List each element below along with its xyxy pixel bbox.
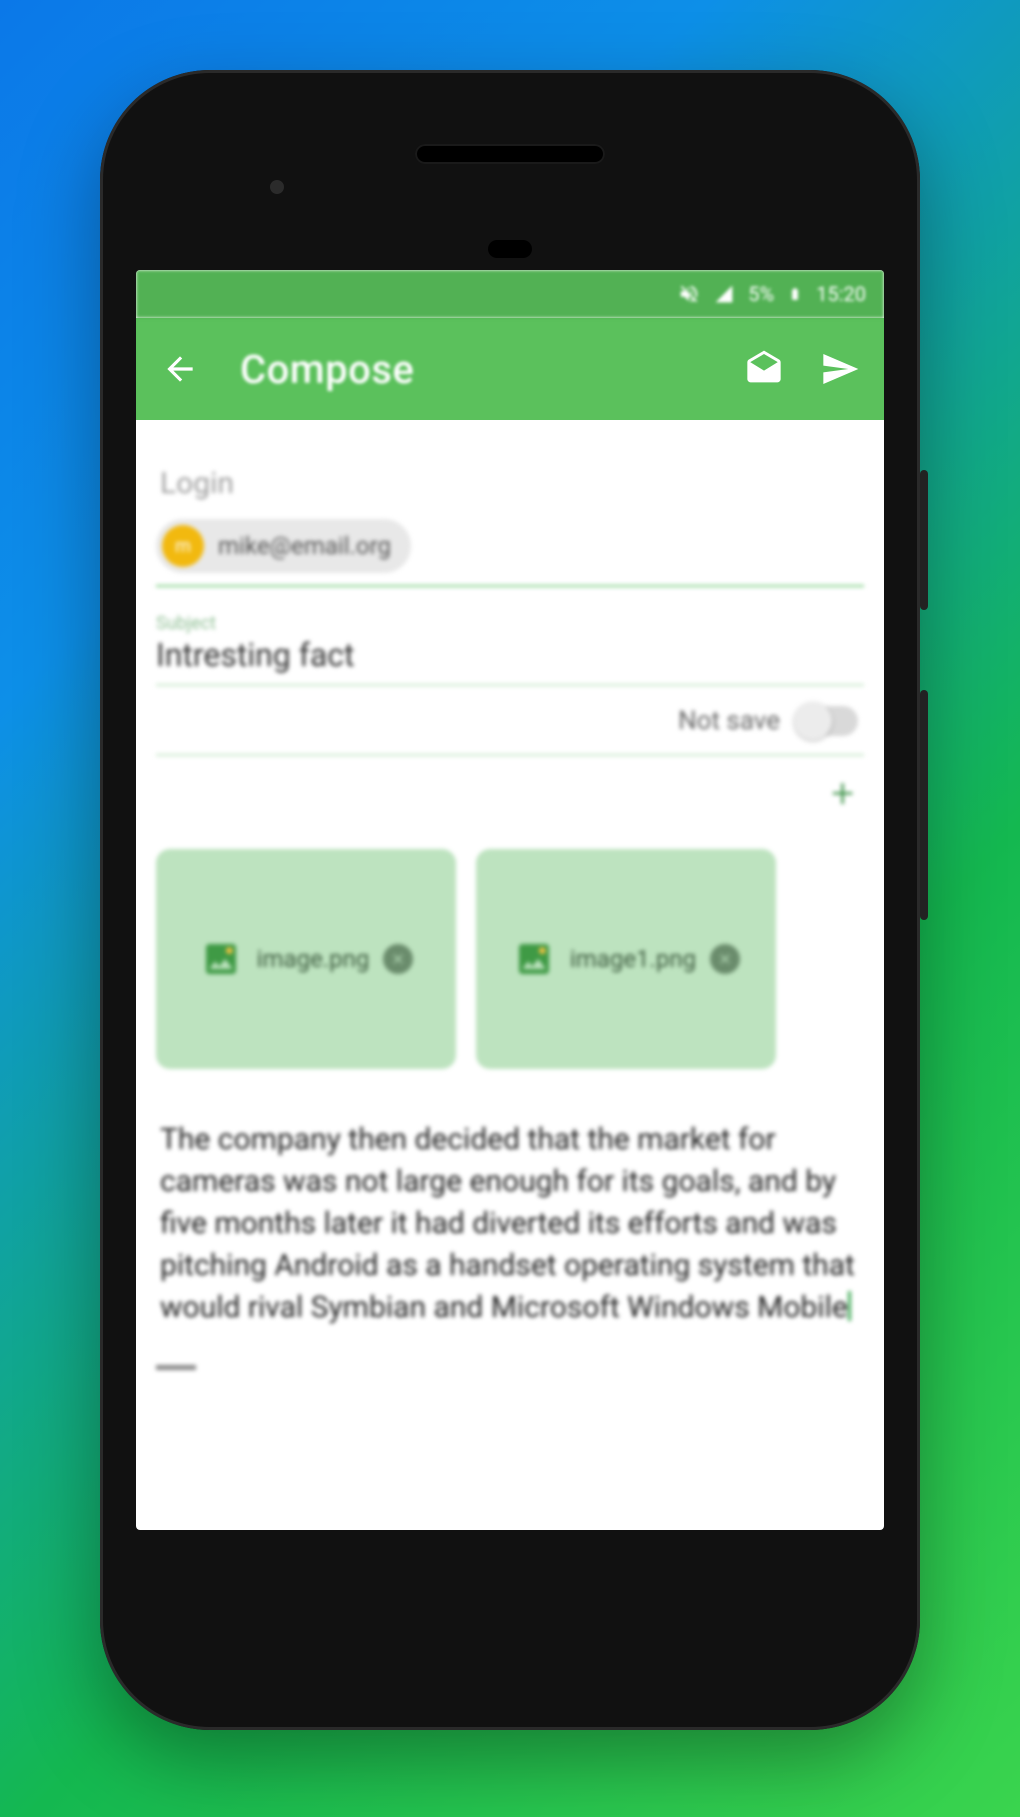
status-bar: 5% 15:20 [136,270,884,318]
back-button[interactable] [156,345,204,393]
divider [156,1365,196,1370]
compose-form: Login m mike@email.org Subject Intrestin… [136,420,884,1530]
recipient-label: Login [160,466,860,501]
attachment-card[interactable]: image1.png [476,849,776,1069]
send-button[interactable] [816,345,864,393]
avatar: m [162,525,204,567]
recipient-chip[interactable]: m mike@email.org [156,519,411,573]
image-icon [512,937,556,981]
body-textarea[interactable]: The company then decided that the market… [156,1119,864,1329]
attachment-name: image.png [257,945,370,973]
drafts-button[interactable] [740,345,788,393]
body-text: The company then decided that the market… [160,1122,855,1325]
phone-camera-dot [270,180,284,194]
save-toggle[interactable] [794,706,858,736]
subject-field[interactable]: Subject Intresting fact [156,613,864,686]
phone-sensor [488,240,532,258]
attachment-card[interactable]: image.png [156,849,456,1069]
page-title: Compose [240,346,712,393]
remove-attachment-button[interactable] [710,944,740,974]
image-icon [199,937,243,981]
status-time: 15:20 [816,282,866,306]
subject-value: Intresting fact [156,636,864,674]
phone-speaker [415,144,605,164]
battery-percent: 5% [748,282,774,306]
attachments-row: image.png image1.png [156,849,864,1069]
remove-attachment-button[interactable] [383,944,413,974]
add-attachment-row: + [156,756,864,821]
add-attachment-button[interactable]: + [831,770,854,817]
app-bar: Compose [136,318,884,420]
battery-icon [788,283,802,305]
signal-icon [714,284,734,304]
mute-icon [678,283,700,305]
phone-frame: 5% 15:20 Compose Login m [100,70,920,1730]
avatar-initial: m [175,536,191,557]
subject-label: Subject [156,613,864,634]
save-row: Not save [156,686,864,756]
attachment-name: image1.png [570,945,696,973]
save-toggle-label: Not save [678,706,780,736]
recipient-email: mike@email.org [218,532,391,560]
recipient-field[interactable]: m mike@email.org [156,519,864,587]
text-cursor [848,1291,851,1321]
app-screen: 5% 15:20 Compose Login m [136,270,884,1530]
